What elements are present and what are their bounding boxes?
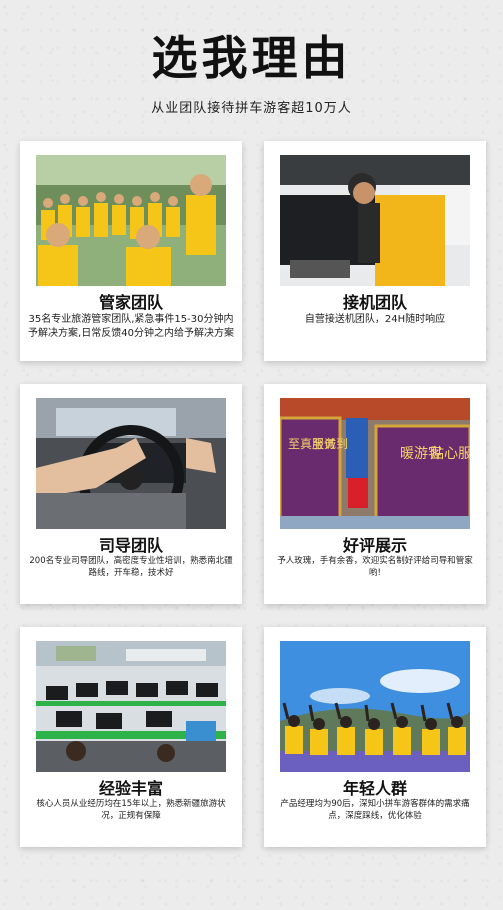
pickup-team-photo bbox=[280, 155, 470, 286]
driver-guide-photo bbox=[36, 398, 226, 529]
card-description: 核心人员从业经历均在15年以上，熟悉新疆旅游状况，正规有保障 bbox=[36, 799, 226, 821]
office-photo bbox=[36, 641, 226, 772]
card-title: 接机团队 bbox=[342, 293, 407, 312]
reason-card-young-team: 年轻人群 产品经理均为90后，深知小拼车游客群体的需求痛点，深度踩线，优化体验 bbox=[264, 627, 486, 847]
card-description: 35名专业旅游管家团队,紧急事件15-30分钟内予解决方案,日常反馈40分钟之内… bbox=[28, 314, 234, 339]
card-title: 管家团队 bbox=[98, 293, 163, 312]
card-description: 自营接送机团队，24H随时响应 bbox=[304, 314, 446, 325]
banner-text-left-2: 服务到 bbox=[312, 436, 348, 451]
butler-team-photo bbox=[36, 155, 226, 286]
banner-text-right-2: 暖游客 bbox=[400, 445, 442, 462]
card-title: 经验丰富 bbox=[98, 779, 163, 798]
reason-card-pickup-team: 接机团队 自营接送机团队，24H随时响应 bbox=[264, 141, 486, 361]
card-title: 好评展示 bbox=[342, 536, 407, 555]
page-subtitle: 从业团队接待拼车游客超10万人 bbox=[151, 101, 352, 116]
reason-card-driver-guide-team: 司导团队 200名专业司导团队，高密度专业性培训，熟悉南北疆路线，开车稳，技术好 bbox=[20, 384, 242, 604]
reason-card-experience: 经验丰富 核心人员从业经历均在15年以上，熟悉新疆旅游状况，正规有保障 bbox=[20, 627, 242, 847]
card-description: 200名专业司导团队，高密度专业性培训，熟悉南北疆路线，开车稳，技术好 bbox=[29, 556, 233, 578]
card-title: 司导团队 bbox=[98, 536, 163, 555]
reason-card-reviews: 至真至诚 服务到 贴心服务 暖游客 好评展示 予人玫瑰，手有余香，欢迎实名制好评… bbox=[264, 384, 486, 604]
card-description: 予人玫瑰，手有余香，欢迎实名制好评给司导和管家哟! bbox=[277, 556, 473, 578]
reviews-banner-photo: 至真至诚 服务到 贴心服务 暖游客 bbox=[280, 398, 470, 529]
reason-card-butler-team: 管家团队 35名专业旅游管家团队,紧急事件15-30分钟内予解决方案,日常反馈4… bbox=[20, 141, 242, 361]
card-description: 产品经理均为90后，深知小拼车游客群体的需求痛点，深度踩线，优化体验 bbox=[280, 799, 470, 821]
page-title: 选我理由 bbox=[151, 31, 352, 85]
card-title: 年轻人群 bbox=[342, 779, 407, 798]
young-team-photo bbox=[280, 641, 470, 772]
